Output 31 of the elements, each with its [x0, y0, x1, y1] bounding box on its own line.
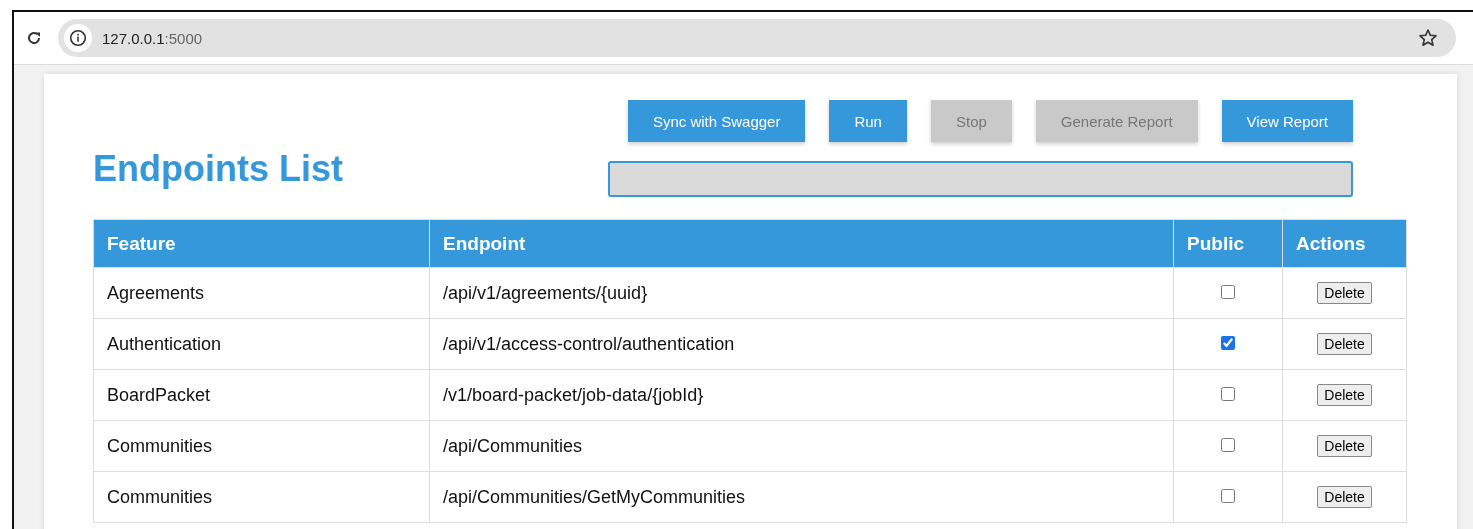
reload-icon[interactable] — [26, 30, 42, 46]
table-cell: /v1/board-packet/job-data/{jobId} — [429, 369, 1174, 421]
url-host: 127.0.0.1 — [102, 29, 165, 47]
table-cell: Agreements — [93, 267, 430, 319]
delete-button[interactable]: Delete — [1317, 435, 1372, 457]
table-cell: /api/Communities — [429, 420, 1174, 472]
column-header: Endpoint — [429, 219, 1174, 268]
public-checkbox[interactable] — [1221, 335, 1235, 350]
delete-button[interactable]: Delete — [1317, 333, 1372, 355]
table-cell: /api/v1/agreements/{uuid} — [429, 267, 1174, 319]
table-cell: Authentication — [93, 318, 430, 370]
table-cell: /api/Communities/GetMyCommunities — [429, 471, 1174, 523]
column-header: Actions — [1282, 219, 1407, 268]
info-icon[interactable] — [69, 29, 87, 47]
public-checkbox[interactable] — [1221, 386, 1235, 401]
delete-button[interactable]: Delete — [1317, 486, 1372, 508]
table-cell: Communities — [93, 420, 430, 472]
public-checkbox[interactable] — [1221, 437, 1235, 452]
page-title: Endpoints List — [93, 148, 343, 190]
table-cell: Communities — [93, 471, 430, 523]
public-checkbox[interactable] — [1221, 284, 1235, 299]
column-header: Public — [1173, 219, 1283, 268]
delete-button[interactable]: Delete — [1317, 384, 1372, 406]
table-cell: BoardPacket — [93, 369, 430, 421]
address-bar[interactable]: 127.0.0.1:5000 — [58, 19, 1456, 57]
star-icon[interactable] — [1418, 28, 1438, 48]
column-header: Feature — [93, 219, 430, 268]
table-cell: /api/v1/access-control/authentication — [429, 318, 1174, 370]
delete-button[interactable]: Delete — [1317, 282, 1372, 304]
url-port: :5000 — [164, 29, 203, 47]
public-checkbox[interactable] — [1221, 488, 1235, 503]
